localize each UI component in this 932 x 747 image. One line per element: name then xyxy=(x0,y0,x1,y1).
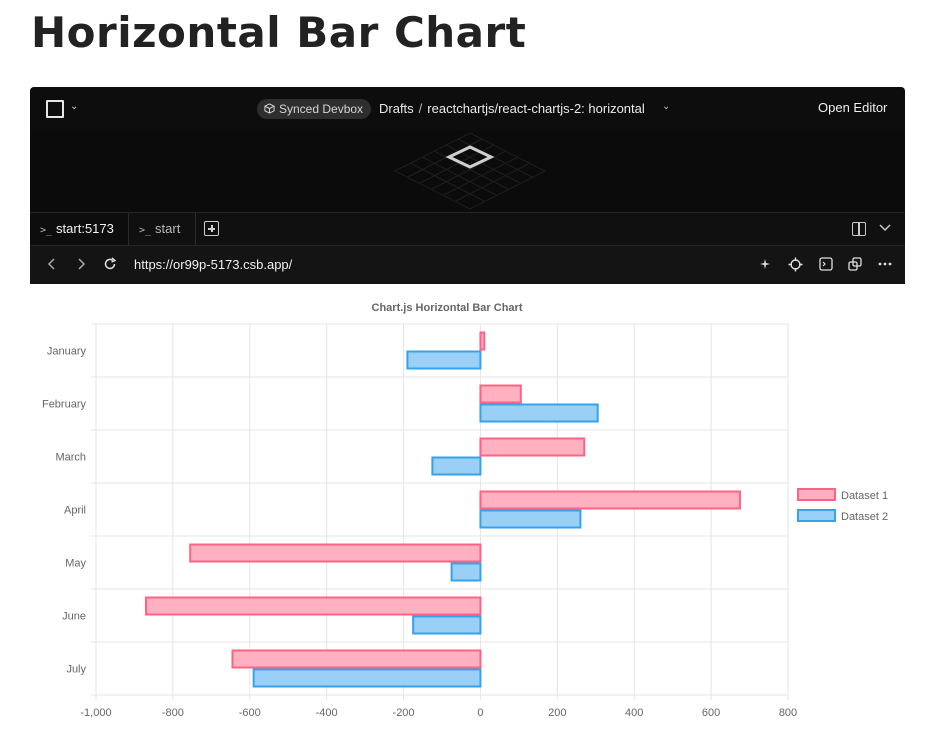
arrow-right-icon[interactable] xyxy=(74,257,88,271)
y-tick-label: July xyxy=(66,664,86,676)
x-tick-label: 800 xyxy=(779,707,797,719)
chart-title: Chart.js Horizontal Bar Chart xyxy=(372,302,523,314)
bar-2 xyxy=(412,615,482,635)
breadcrumb-drafts[interactable]: Drafts xyxy=(379,101,414,116)
x-tick-label: 0 xyxy=(477,707,483,719)
bar-1 xyxy=(479,437,586,457)
bar-1 xyxy=(479,490,741,510)
bar-2 xyxy=(406,350,482,370)
y-tick-label: June xyxy=(62,611,86,623)
legend-label: Dataset 2 xyxy=(841,511,888,523)
bar-1 xyxy=(144,596,482,616)
badge-label: Synced Devbox xyxy=(279,102,364,116)
square-menu-icon xyxy=(46,100,64,118)
preview-pane: Chart.js Horizontal Bar Chart -1,000 -800 -… xyxy=(30,284,905,747)
tab-bar: >_ start:5173 >_ start xyxy=(30,212,905,246)
breadcrumb-project[interactable]: reactchartjs/react-chartjs-2: horizontal xyxy=(427,101,644,116)
bar-2 xyxy=(252,668,482,688)
popout-icon[interactable] xyxy=(848,257,863,271)
browser-bar: https://or99p-5173.csb.app/ xyxy=(30,246,905,284)
x-tick-label: 400 xyxy=(625,707,643,719)
x-tick-label: 600 xyxy=(702,707,720,719)
bar-1 xyxy=(231,649,482,669)
reload-icon[interactable] xyxy=(103,257,117,271)
devbox-frame: ⌄ Synced Devbox Drafts / reactchartjs/reac… xyxy=(30,87,905,747)
logo-area xyxy=(30,131,905,212)
y-tick-label: May xyxy=(65,558,86,570)
x-tick-label: -600 xyxy=(239,707,261,719)
tab-start-5173[interactable]: >_ start:5173 xyxy=(30,213,129,245)
x-tick-label: -200 xyxy=(393,707,415,719)
x-tick-label: 200 xyxy=(548,707,566,719)
page-title: Horizontal Bar Chart xyxy=(31,8,527,57)
synced-devbox-badge[interactable]: Synced Devbox xyxy=(257,99,372,119)
legend-label: Dataset 1 xyxy=(841,490,888,502)
x-tick-label: -400 xyxy=(316,707,338,719)
terminal-prompt-icon: >_ xyxy=(40,225,53,236)
more-icon[interactable] xyxy=(878,257,892,271)
legend-swatch xyxy=(797,488,836,501)
bar-2 xyxy=(450,562,482,582)
sparkle-icon[interactable] xyxy=(758,257,772,271)
menu-button[interactable]: ⌄ xyxy=(46,100,80,118)
bar-2 xyxy=(479,509,582,529)
split-view-icon[interactable] xyxy=(852,222,866,236)
cube-icon xyxy=(264,103,275,114)
bar-2 xyxy=(479,403,599,423)
terminal-prompt-icon: >_ xyxy=(139,225,152,236)
open-editor-button[interactable]: Open Editor xyxy=(818,100,887,115)
bar-1 xyxy=(479,384,522,404)
bar-1 xyxy=(479,331,486,351)
y-tick-label: February xyxy=(42,399,87,411)
legend-swatch xyxy=(797,509,836,522)
x-tick-label: -1,000 xyxy=(80,707,111,719)
arrow-left-icon[interactable] xyxy=(45,257,59,271)
horizontal-bar-chart: Chart.js Horizontal Bar Chart -1,000 -800 -… xyxy=(42,302,888,719)
top-bar: ⌄ Synced Devbox Drafts / reactchartjs/reac… xyxy=(30,87,905,131)
plus-square-icon[interactable] xyxy=(204,221,219,236)
y-tick-label: April xyxy=(64,505,86,517)
diamond-logo-icon xyxy=(393,132,547,210)
x-tick-label: -800 xyxy=(162,707,184,719)
chevron-down-icon[interactable]: ⌄ xyxy=(662,101,670,112)
tab-label: start:5173 xyxy=(56,221,114,236)
tab-label: start xyxy=(155,221,181,236)
y-tick-label: January xyxy=(47,346,87,358)
chevron-down-icon: ⌄ xyxy=(70,101,79,112)
crosshair-icon[interactable] xyxy=(788,257,803,272)
url-input[interactable]: https://or99p-5173.csb.app/ xyxy=(134,257,292,272)
chevron-down-icon[interactable] xyxy=(878,220,892,234)
terminal-icon[interactable] xyxy=(819,257,833,271)
y-tick-label: March xyxy=(55,452,86,464)
bar-1 xyxy=(189,543,482,563)
breadcrumb: Drafts / reactchartjs/react-chartjs-2: hor… xyxy=(379,101,645,116)
tab-start[interactable]: >_ start xyxy=(129,213,196,245)
bar-2 xyxy=(431,456,482,476)
